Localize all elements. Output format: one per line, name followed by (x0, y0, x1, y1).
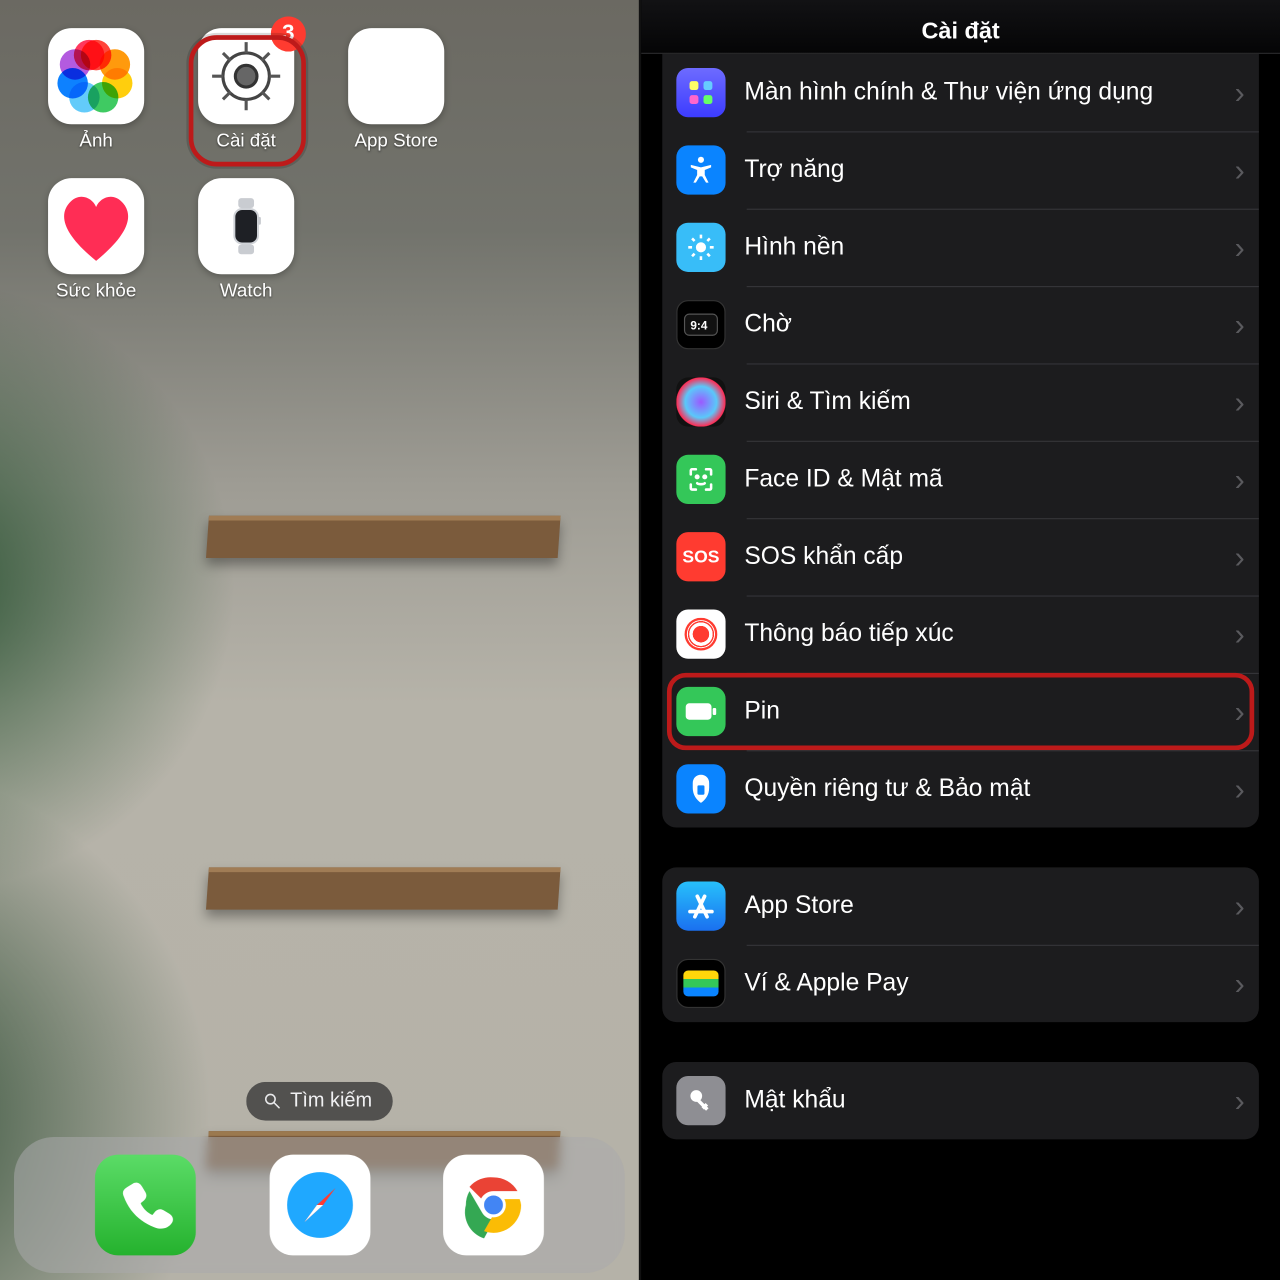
chevron-right-icon: › (1235, 229, 1245, 265)
notification-badge: 3 (271, 16, 306, 51)
app-label: Cài đặt (216, 131, 275, 152)
chevron-right-icon: › (1235, 384, 1245, 420)
chevron-right-icon: › (1235, 1082, 1245, 1118)
settings-group: Mật khẩu › (662, 1062, 1259, 1139)
app-watch[interactable]: Watch (177, 178, 315, 302)
photos-icon (48, 28, 144, 124)
chevron-right-icon: › (1235, 152, 1245, 188)
search-icon (262, 1091, 281, 1110)
chevron-right-icon: › (1235, 461, 1245, 497)
row-label: Pin (744, 697, 1225, 725)
chevron-right-icon: › (1235, 74, 1245, 110)
settings-row-battery[interactable]: Pin › (662, 673, 1259, 750)
chevron-right-icon: › (1235, 307, 1245, 343)
app-settings[interactable]: 3 Cài đặt (177, 28, 315, 152)
settings-row-sos[interactable]: SOS SOS khẩn cấp › (662, 518, 1259, 595)
row-label: Siri & Tìm kiếm (744, 388, 1225, 416)
app-label: Sức khỏe (56, 281, 136, 302)
svg-text:9:4: 9:4 (690, 319, 707, 332)
settings-row-privacy[interactable]: Quyền riêng tư & Bảo mật › (662, 750, 1259, 827)
row-label: Ví & Apple Pay (744, 969, 1225, 997)
wallpaper-icon (676, 223, 725, 272)
app-label: App Store (354, 131, 437, 152)
siri-icon (676, 377, 725, 426)
privacy-icon (676, 764, 725, 813)
settings-group: App Store › Ví & Apple Pay › (662, 867, 1259, 1022)
chevron-right-icon: › (1235, 888, 1245, 924)
phone-icon (116, 1176, 175, 1235)
row-label: Chờ (744, 311, 1225, 339)
dock-chrome[interactable] (443, 1155, 544, 1256)
dock-phone[interactable] (95, 1155, 196, 1256)
settings-row-siri[interactable]: Siri & Tìm kiếm › (662, 363, 1259, 440)
home-screen: Ảnh 3 Cài đặt App Store S (0, 0, 639, 1280)
settings-screen: Cài đặt Màn hình chính & Thư viện ứng dụ… (641, 0, 1280, 1280)
settings-row-homescreen[interactable]: Màn hình chính & Thư viện ứng dụng › (662, 54, 1259, 131)
settings-title: Cài đặt (922, 19, 1000, 46)
health-icon (48, 178, 144, 274)
row-label: App Store (744, 892, 1225, 920)
chevron-right-icon: › (1235, 616, 1245, 652)
chevron-right-icon: › (1235, 771, 1245, 807)
dock (14, 1137, 625, 1273)
row-label: Hình nền (744, 233, 1225, 261)
settings-row-appstore[interactable]: App Store › (662, 867, 1259, 944)
faceid-icon (676, 455, 725, 504)
dock-safari[interactable] (269, 1155, 370, 1256)
sos-icon: SOS (676, 532, 725, 581)
settings-icon: 3 (198, 28, 294, 124)
appstore-icon (676, 881, 725, 930)
wallet-icon (676, 959, 725, 1008)
appstore-icon (348, 28, 444, 124)
accessibility-icon (676, 145, 725, 194)
row-label: Thông báo tiếp xúc (744, 620, 1225, 648)
search-pill[interactable]: Tìm kiếm (246, 1082, 394, 1121)
row-label: Quyền riêng tư & Bảo mật (744, 775, 1225, 803)
settings-group: Màn hình chính & Thư viện ứng dụng › Trợ… (662, 54, 1259, 828)
app-health[interactable]: Sức khỏe (27, 178, 165, 302)
standby-icon: 9:4 (676, 300, 725, 349)
row-label: Face ID & Mật mã (744, 465, 1225, 493)
app-photos[interactable]: Ảnh (27, 28, 165, 152)
safari-icon (281, 1166, 358, 1243)
chevron-right-icon: › (1235, 965, 1245, 1001)
chrome-icon (457, 1169, 530, 1242)
settings-row-accessibility[interactable]: Trợ năng › (662, 131, 1259, 208)
row-label: SOS khẩn cấp (744, 543, 1225, 571)
settings-row-passwords[interactable]: Mật khẩu › (662, 1062, 1259, 1139)
app-label: Ảnh (79, 131, 112, 152)
app-grid: Ảnh 3 Cài đặt App Store S (21, 28, 616, 328)
settings-row-wallpaper[interactable]: Hình nền › (662, 209, 1259, 286)
settings-row-exposure[interactable]: Thông báo tiếp xúc › (662, 595, 1259, 672)
app-appstore[interactable]: App Store (327, 28, 465, 152)
settings-header: Cài đặt (641, 0, 1280, 54)
search-label: Tìm kiếm (290, 1089, 372, 1112)
row-label: Trợ năng (744, 156, 1225, 184)
chevron-right-icon: › (1235, 539, 1245, 575)
watch-icon (198, 178, 294, 274)
app-label: Watch (220, 281, 272, 302)
settings-list[interactable]: Màn hình chính & Thư viện ứng dụng › Trợ… (641, 54, 1280, 1139)
key-icon (676, 1076, 725, 1125)
settings-row-wallet[interactable]: Ví & Apple Pay › (662, 945, 1259, 1022)
battery-icon (676, 687, 725, 736)
exposure-icon (676, 610, 725, 659)
row-label: Mật khẩu (744, 1087, 1225, 1115)
home-library-icon (676, 68, 725, 117)
settings-row-faceid[interactable]: Face ID & Mật mã › (662, 441, 1259, 518)
row-label: Màn hình chính & Thư viện ứng dụng (744, 78, 1225, 108)
settings-row-standby[interactable]: 9:4 Chờ › (662, 286, 1259, 363)
chevron-right-icon: › (1235, 693, 1245, 729)
